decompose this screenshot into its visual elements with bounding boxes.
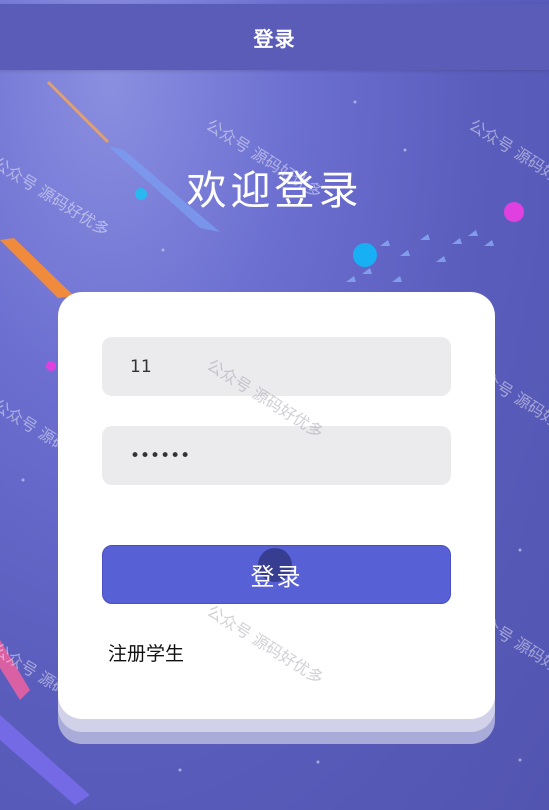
orange-streak — [46, 80, 110, 144]
login-button-label: 登录 — [250, 563, 303, 591]
welcome-title: 欢迎登录 — [186, 168, 363, 214]
username-input[interactable] — [102, 337, 451, 396]
login-button[interactable]: 登录 — [102, 545, 451, 604]
password-input[interactable] — [102, 426, 451, 485]
app-header: 登录 — [0, 4, 549, 70]
username-field — [102, 337, 451, 396]
orange-streak-left — [0, 238, 74, 298]
small-magenta-dot — [46, 361, 56, 371]
login-card: 登录 注册学生 公众号 源码好优多 公众号 源码好优多 — [58, 292, 495, 719]
password-field — [102, 426, 451, 485]
register-student-link[interactable]: 注册学生 — [108, 639, 184, 666]
cyan-dot — [353, 243, 377, 267]
watermark: 公众号 源码好优多 — [203, 601, 327, 689]
header-title: 登录 — [253, 26, 296, 51]
